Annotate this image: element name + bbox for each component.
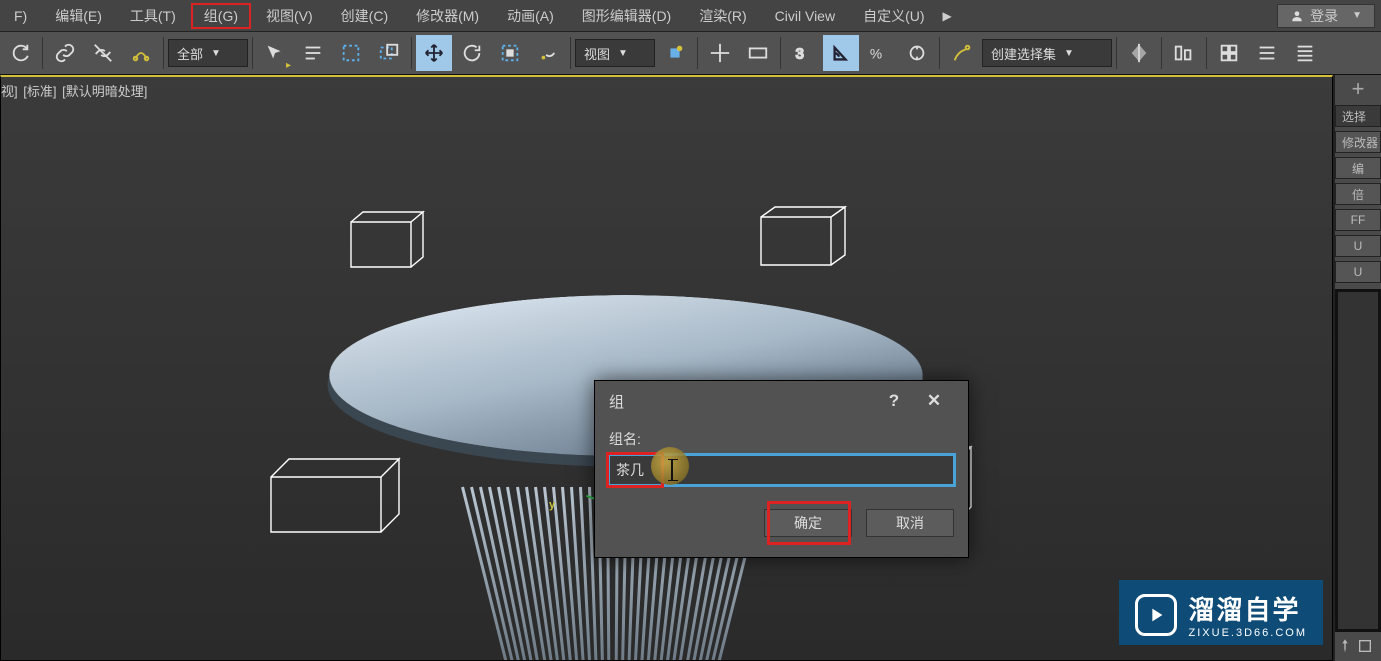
caret-down-icon: ▼ bbox=[1352, 10, 1362, 21]
main-toolbar: 全部▼ ▸ 视图▼ 3 % 创建选择集▼ bbox=[0, 31, 1381, 75]
close-button[interactable]: ✕ bbox=[914, 391, 954, 411]
menu-modifiers[interactable]: 修改器(M) bbox=[402, 2, 493, 30]
select-by-name-button[interactable] bbox=[295, 35, 331, 71]
menu-tools[interactable]: 工具(T) bbox=[116, 2, 190, 30]
menu-bar: F) 编辑(E) 工具(T) 组(G) 视图(V) 创建(C) 修改器(M) 动… bbox=[0, 0, 1381, 31]
config-icon[interactable] bbox=[1357, 638, 1373, 659]
scale-button[interactable] bbox=[492, 35, 528, 71]
keyboard-shortcut-button[interactable] bbox=[740, 35, 776, 71]
select-region-button[interactable] bbox=[333, 35, 369, 71]
named-sel-combo[interactable]: 创建选择集▼ bbox=[982, 39, 1112, 67]
group-name-label: 组名: bbox=[609, 431, 641, 447]
menu-graph-editors[interactable]: 图形编辑器(D) bbox=[568, 2, 685, 30]
watermark-title: 溜溜自学 bbox=[1189, 590, 1301, 627]
pivot-button[interactable] bbox=[657, 35, 693, 71]
mirror-button[interactable] bbox=[1121, 35, 1157, 71]
watermark-url: ZIXUE.3D66.COM bbox=[1189, 627, 1307, 639]
menu-group[interactable]: 组(G) bbox=[190, 2, 252, 30]
login-button[interactable]: 登录 ▼ bbox=[1277, 4, 1375, 28]
ref-coord-combo[interactable]: 视图▼ bbox=[575, 39, 655, 67]
svg-text:3: 3 bbox=[796, 47, 804, 63]
stack-item[interactable]: U bbox=[1335, 235, 1381, 257]
named-sel-edit-button[interactable] bbox=[944, 35, 980, 71]
placement-button[interactable] bbox=[530, 35, 566, 71]
dialog-title: 组 bbox=[609, 391, 624, 412]
cancel-button[interactable]: 取消 bbox=[866, 509, 954, 537]
layer-button[interactable] bbox=[1211, 35, 1247, 71]
stack-item[interactable]: U bbox=[1335, 261, 1381, 283]
watermark: 溜溜自学 ZIXUE.3D66.COM bbox=[1119, 580, 1323, 645]
spinner-snap-button[interactable] bbox=[899, 35, 935, 71]
ok-button[interactable]: 确定 bbox=[764, 509, 852, 537]
group-dialog: 组 ? ✕ 组名: 确定 取消 bbox=[594, 380, 969, 558]
named-sel-label: 创建选择集 bbox=[991, 44, 1056, 63]
scene-3d: z y bbox=[1, 77, 1332, 660]
stack-panel bbox=[1335, 289, 1381, 632]
menu-civil-view[interactable]: Civil View bbox=[761, 2, 849, 30]
play-icon bbox=[1135, 594, 1177, 636]
angle-snap-button[interactable] bbox=[823, 35, 859, 71]
manipulate-button[interactable] bbox=[702, 35, 738, 71]
unlink-button[interactable] bbox=[85, 35, 121, 71]
move-button[interactable] bbox=[416, 35, 452, 71]
menu-create[interactable]: 创建(C) bbox=[327, 2, 402, 30]
menu-file[interactable]: F) bbox=[0, 2, 41, 30]
user-icon bbox=[1290, 9, 1304, 23]
help-button[interactable]: ? bbox=[874, 391, 914, 411]
svg-text:%: % bbox=[870, 47, 882, 62]
menu-render[interactable]: 渲染(R) bbox=[685, 2, 760, 30]
stack-item[interactable]: 编 bbox=[1335, 157, 1381, 179]
window-crossing-button[interactable] bbox=[371, 35, 407, 71]
bind-button[interactable] bbox=[123, 35, 159, 71]
create-tab[interactable]: + bbox=[1335, 75, 1381, 103]
viewport[interactable]: 视] [标准] [默认明暗处理] z y bbox=[0, 75, 1333, 661]
stack-item[interactable]: FF bbox=[1335, 209, 1381, 231]
group-name-input[interactable] bbox=[609, 455, 954, 485]
menu-view[interactable]: 视图(V) bbox=[252, 2, 327, 30]
selection-filter-combo[interactable]: 全部▼ bbox=[168, 39, 248, 67]
stack-item[interactable]: 倍 bbox=[1335, 183, 1381, 205]
select-field[interactable]: 选择 bbox=[1335, 105, 1381, 127]
text-cursor-icon bbox=[671, 459, 673, 481]
link-button[interactable] bbox=[47, 35, 83, 71]
select-button[interactable]: ▸ bbox=[257, 35, 293, 71]
curve-editor-button[interactable] bbox=[1287, 35, 1323, 71]
pin-icon[interactable] bbox=[1337, 638, 1353, 659]
menu-edit[interactable]: 编辑(E) bbox=[41, 2, 116, 30]
selection-filter-label: 全部 bbox=[177, 44, 203, 63]
redo-button[interactable] bbox=[2, 35, 38, 71]
scene-explorer-button[interactable] bbox=[1249, 35, 1285, 71]
snap-toggle-button[interactable]: 3 bbox=[785, 35, 821, 71]
menu-animation[interactable]: 动画(A) bbox=[493, 2, 568, 30]
ref-coord-label: 视图 bbox=[584, 44, 610, 63]
command-panel: + 选择 修改器 编 倍 FF U U bbox=[1333, 75, 1381, 661]
menu-overflow-icon[interactable]: ▶ bbox=[939, 9, 956, 23]
percent-snap-button[interactable]: % bbox=[861, 35, 897, 71]
menu-customize[interactable]: 自定义(U) bbox=[849, 2, 938, 30]
login-label: 登录 bbox=[1310, 6, 1338, 26]
modifier-list[interactable]: 修改器 bbox=[1335, 131, 1381, 153]
rotate-button[interactable] bbox=[454, 35, 490, 71]
align-button[interactable] bbox=[1166, 35, 1202, 71]
